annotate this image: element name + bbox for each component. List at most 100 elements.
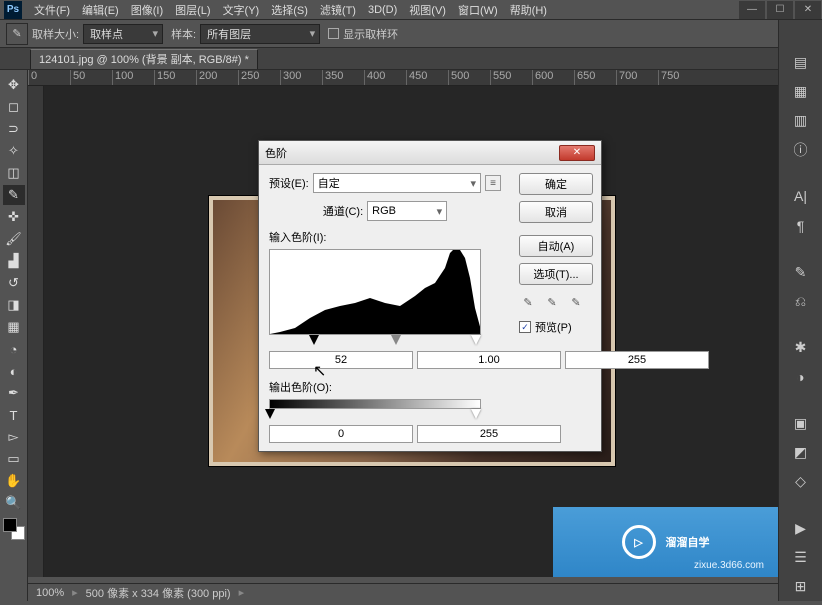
tool-preset-icon[interactable]: ✎ <box>6 23 28 45</box>
move-tool[interactable]: ✥ <box>3 75 25 95</box>
color-panel-icon[interactable]: ▦ <box>787 80 815 103</box>
eyedropper-tool[interactable]: ✎ <box>3 185 25 205</box>
white-eyedropper-icon[interactable]: ✎ <box>567 293 585 311</box>
eyedropper-row: ✎ ✎ ✎ <box>519 293 593 311</box>
history-brush-tool[interactable]: ↺ <box>3 273 25 293</box>
menu-edit[interactable]: 编辑(E) <box>82 2 119 18</box>
vertical-ruler <box>28 86 44 577</box>
dialog-titlebar[interactable]: 色阶 ✕ <box>259 141 601 165</box>
brushes-panel-icon[interactable]: ✎ <box>787 261 815 284</box>
path-tool[interactable]: ▻ <box>3 427 25 447</box>
dialog-close-button[interactable]: ✕ <box>559 145 595 161</box>
styles-panel-icon[interactable]: ◑ <box>787 365 815 388</box>
adjustments-panel-icon[interactable]: ✱ <box>787 336 815 359</box>
black-eyedropper-icon[interactable]: ✎ <box>519 293 537 311</box>
play-icon: ▷ <box>622 525 656 559</box>
properties-panel-icon[interactable]: ☰ <box>787 546 815 569</box>
preset-menu-icon[interactable]: ≡ <box>485 175 501 191</box>
menu-type[interactable]: 文字(Y) <box>223 2 260 18</box>
preset-label: 预设(E): <box>269 175 309 191</box>
black-point-slider[interactable] <box>309 335 319 345</box>
menu-filter[interactable]: 滤镜(T) <box>320 2 356 18</box>
gray-eyedropper-icon[interactable]: ✎ <box>543 293 561 311</box>
swatches-panel-icon[interactable]: ▥ <box>787 109 815 132</box>
zoom-level[interactable]: 100% <box>36 587 64 599</box>
foreground-color[interactable] <box>3 518 17 532</box>
channel-dropdown[interactable]: RGB <box>367 201 447 221</box>
levels-dialog: 色阶 ✕ 预设(E): 自定 ≡ 通道(C): RGB 输入色阶(I): <box>258 140 602 452</box>
minimize-button[interactable]: — <box>739 1 765 19</box>
output-levels-label: 输出色阶(O): <box>269 379 501 395</box>
zoom-tool[interactable]: 🔍 <box>3 493 25 513</box>
input-sliders[interactable] <box>269 335 481 349</box>
maximize-button[interactable]: ☐ <box>767 1 793 19</box>
ok-button[interactable]: 确定 <box>519 173 593 195</box>
show-ring-label: 显示取样环 <box>343 26 398 42</box>
color-swatches[interactable] <box>3 518 25 540</box>
sample-dropdown[interactable]: 所有图层 <box>200 24 320 44</box>
input-black-field[interactable] <box>269 351 413 369</box>
heal-tool[interactable]: ✜ <box>3 207 25 227</box>
white-point-slider[interactable] <box>471 335 481 345</box>
watermark: ▷ 溜溜自学 zixue.3d66.com <box>553 507 778 577</box>
menu-file[interactable]: 文件(F) <box>34 2 70 18</box>
output-white-slider[interactable] <box>471 409 481 419</box>
info-panel-icon[interactable]: ⓘ <box>787 138 815 161</box>
options-button[interactable]: 选项(T)... <box>519 263 593 285</box>
watermark-url: zixue.3d66.com <box>694 560 764 571</box>
app-logo: Ps <box>4 1 22 19</box>
eraser-tool[interactable]: ◨ <box>3 295 25 315</box>
shape-tool[interactable]: ▭ <box>3 449 25 469</box>
auto-button[interactable]: 自动(A) <box>519 235 593 257</box>
marquee-tool[interactable]: ◻ <box>3 97 25 117</box>
preview-checkbox[interactable]: ✓ <box>519 321 531 333</box>
actions-panel-icon[interactable]: ▶ <box>787 517 815 540</box>
navigator-panel-icon[interactable]: ⊞ <box>787 575 815 598</box>
dodge-tool[interactable]: ◐ <box>3 361 25 381</box>
doc-size[interactable]: 500 像素 x 334 像素 (300 ppi) <box>86 585 231 601</box>
sample-label: 样本: <box>171 26 196 42</box>
hand-tool[interactable]: ✋ <box>3 471 25 491</box>
blur-tool[interactable]: ◔ <box>3 339 25 359</box>
menu-layer[interactable]: 图层(L) <box>175 2 210 18</box>
paths-panel-icon[interactable]: ◇ <box>787 470 815 493</box>
brush-tool[interactable]: 🖌 <box>3 229 25 249</box>
gradient-tool[interactable]: ▦ <box>3 317 25 337</box>
output-black-field[interactable] <box>269 425 413 443</box>
document-tab[interactable]: 124101.jpg @ 100% (背景 副本, RGB/8#) * <box>30 49 258 69</box>
input-levels-label: 输入色阶(I): <box>269 229 501 245</box>
close-window-button[interactable]: ✕ <box>795 1 821 19</box>
preset-dropdown[interactable]: 自定 <box>313 173 481 193</box>
cancel-button[interactable]: 取消 <box>519 201 593 223</box>
watermark-brand: 溜溜自学 <box>666 534 710 550</box>
dialog-title: 色阶 <box>265 145 287 161</box>
gamma-slider[interactable] <box>391 335 401 345</box>
preview-label: 预览(P) <box>535 319 572 335</box>
options-bar: ✎ 取样大小: 取样点 样本: 所有图层 显示取样环 <box>0 20 822 48</box>
show-ring-checkbox[interactable] <box>328 28 339 39</box>
pen-tool[interactable]: ✒ <box>3 383 25 403</box>
brush-settings-icon[interactable]: ⎌ <box>787 290 815 313</box>
channels-panel-icon[interactable]: ◩ <box>787 441 815 464</box>
menu-image[interactable]: 图像(I) <box>131 2 163 18</box>
layers-panel-icon[interactable]: ▣ <box>787 412 815 435</box>
sample-size-dropdown[interactable]: 取样点 <box>83 24 163 44</box>
character-panel-icon[interactable]: A| <box>787 185 815 208</box>
lasso-tool[interactable]: ⊃ <box>3 119 25 139</box>
type-tool[interactable]: T <box>3 405 25 425</box>
paragraph-panel-icon[interactable]: ¶ <box>787 214 815 237</box>
output-black-slider[interactable] <box>265 409 275 419</box>
crop-tool[interactable]: ◫ <box>3 163 25 183</box>
history-panel-icon[interactable]: ▤ <box>787 51 815 74</box>
menu-window[interactable]: 窗口(W) <box>458 2 498 18</box>
window-controls: — ☐ ✕ <box>738 1 822 19</box>
menu-view[interactable]: 视图(V) <box>409 2 446 18</box>
horizontal-ruler: 050100150 200250300350 400450500550 6006… <box>28 70 778 86</box>
menu-3d[interactable]: 3D(D) <box>368 4 397 16</box>
wand-tool[interactable]: ✧ <box>3 141 25 161</box>
output-sliders[interactable] <box>269 409 481 423</box>
stamp-tool[interactable]: ▟ <box>3 251 25 271</box>
menu-help[interactable]: 帮助(H) <box>510 2 547 18</box>
toolbox: ✥ ◻ ⊃ ✧ ◫ ✎ ✜ 🖌 ▟ ↺ ◨ ▦ ◔ ◐ ✒ T ▻ ▭ ✋ 🔍 <box>0 70 28 601</box>
menu-select[interactable]: 选择(S) <box>271 2 308 18</box>
